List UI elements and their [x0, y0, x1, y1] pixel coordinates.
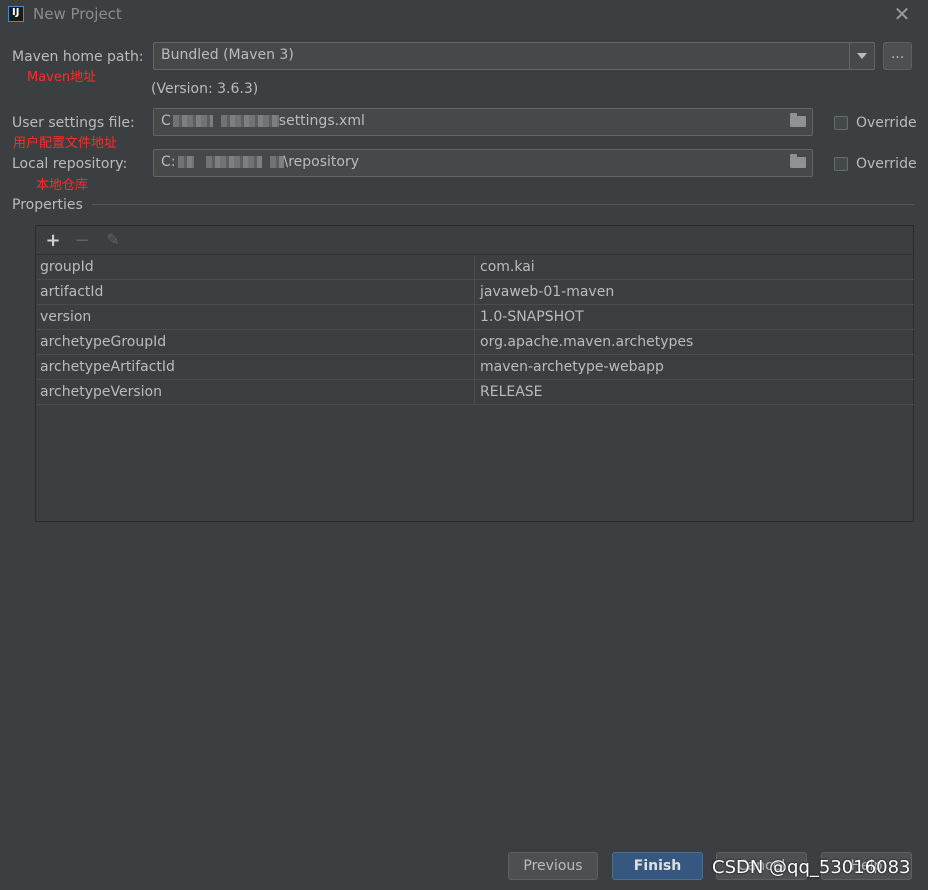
maven-home-label: Maven home path: — [12, 49, 144, 65]
properties-grid: groupId com.kai artifactId javaweb-01-ma… — [37, 255, 914, 405]
table-row[interactable]: artifactId javaweb-01-maven — [37, 280, 914, 305]
property-key[interactable]: archetypeGroupId — [37, 330, 475, 354]
intellij-app-icon: IJ — [8, 6, 24, 22]
user-settings-input[interactable]: Csettings.xml — [153, 108, 813, 136]
table-row[interactable]: archetypeGroupId org.apache.maven.archet… — [37, 330, 914, 355]
user-settings-label: User settings file: — [12, 115, 135, 131]
properties-section-title: Properties — [12, 197, 83, 213]
local-repository-input[interactable]: C: \repository — [153, 149, 813, 177]
close-icon[interactable]: ✕ — [890, 2, 914, 26]
property-value[interactable]: com.kai — [475, 255, 914, 279]
local-repository-label: Local repository: — [12, 156, 128, 172]
maven-home-selected-value: Bundled (Maven 3) — [161, 47, 294, 63]
property-value[interactable]: javaweb-01-maven — [475, 280, 914, 304]
maven-home-annotation: Maven地址 — [27, 70, 97, 85]
folder-open-icon[interactable] — [790, 154, 806, 168]
finish-button[interactable]: Finish — [612, 852, 703, 880]
user-settings-value: Csettings.xml — [161, 113, 365, 129]
chevron-down-icon[interactable] — [849, 43, 874, 69]
property-value[interactable]: maven-archetype-webapp — [475, 355, 914, 379]
table-row[interactable]: archetypeVersion RELEASE — [37, 380, 914, 405]
csdn-watermark: CSDN @qq_53016083 — [712, 857, 911, 878]
maven-home-combobox[interactable]: Bundled (Maven 3) — [153, 42, 875, 70]
property-value[interactable]: 1.0-SNAPSHOT — [475, 305, 914, 329]
table-row[interactable]: version 1.0-SNAPSHOT — [37, 305, 914, 330]
properties-toolbar: + − ✎ — [36, 226, 913, 255]
property-key[interactable]: groupId — [37, 255, 475, 279]
local-repository-annotation: 本地仓库 — [36, 178, 89, 193]
title-bar: IJ New Project ✕ — [0, 0, 928, 30]
maven-home-browse-button[interactable]: ... — [883, 42, 912, 70]
user-settings-override-label[interactable]: Override — [856, 115, 917, 131]
property-key[interactable]: version — [37, 305, 475, 329]
remove-icon[interactable]: − — [73, 230, 91, 251]
user-settings-annotation: 用户配置文件地址 — [13, 136, 118, 151]
properties-table-panel: + − ✎ groupId com.kai artifactId javaweb… — [35, 225, 914, 522]
maven-version-text: (Version: 3.6.3) — [151, 81, 259, 97]
property-value[interactable]: RELEASE — [475, 380, 914, 404]
table-row[interactable]: archetypeArtifactId maven-archetype-weba… — [37, 355, 914, 380]
property-key[interactable]: artifactId — [37, 280, 475, 304]
local-repository-override-label[interactable]: Override — [856, 156, 917, 172]
edit-pencil-icon[interactable]: ✎ — [104, 230, 122, 249]
table-row[interactable]: groupId com.kai — [37, 255, 914, 280]
add-icon[interactable]: + — [44, 230, 62, 251]
window-title: New Project — [33, 5, 122, 23]
properties-divider — [92, 204, 914, 205]
local-repository-override-checkbox[interactable] — [834, 157, 848, 171]
user-settings-override-checkbox[interactable] — [834, 116, 848, 130]
folder-open-icon[interactable] — [790, 113, 806, 127]
previous-button[interactable]: Previous — [508, 852, 598, 880]
local-repository-value: C: \repository — [161, 154, 360, 170]
property-key[interactable]: archetypeVersion — [37, 380, 475, 404]
property-value[interactable]: org.apache.maven.archetypes — [475, 330, 914, 354]
property-key[interactable]: archetypeArtifactId — [37, 355, 475, 379]
